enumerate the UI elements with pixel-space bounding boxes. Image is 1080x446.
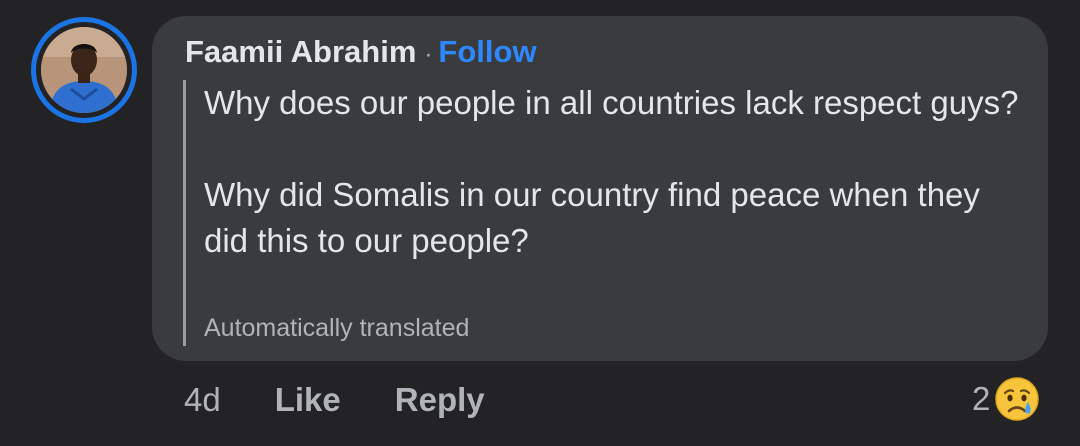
- avatar-story-ring[interactable]: [31, 17, 137, 123]
- comment-paragraph: Why does our people in all countries lac…: [204, 84, 1019, 121]
- separator-dot: ·: [424, 41, 433, 68]
- avatar[interactable]: [41, 27, 127, 113]
- comment-body: Why does our people in all countries lac…: [204, 80, 1024, 264]
- like-button[interactable]: Like: [275, 381, 341, 419]
- author-name[interactable]: Faamii Abrahim: [185, 34, 416, 70]
- sad-face-with-tear-icon: [995, 377, 1040, 421]
- reaction-count: 2: [972, 380, 991, 417]
- timestamp[interactable]: 4d: [184, 381, 221, 419]
- translation-quote-bar: [183, 80, 186, 346]
- reply-button[interactable]: Reply: [395, 381, 485, 419]
- comment-actions: 4d Like Reply: [184, 378, 485, 422]
- comment-header: Faamii Abrahim · Follow: [185, 34, 537, 74]
- follow-button[interactable]: Follow: [438, 34, 536, 70]
- translation-note[interactable]: Automatically translated: [204, 312, 469, 344]
- comment-paragraph: Why did Somalis in our country find peac…: [204, 176, 980, 259]
- comment-screen: Faamii Abrahim · Follow Why does our peo…: [0, 0, 1080, 446]
- avatar-person-photo: [41, 27, 127, 113]
- reaction-summary[interactable]: 2: [972, 376, 1040, 422]
